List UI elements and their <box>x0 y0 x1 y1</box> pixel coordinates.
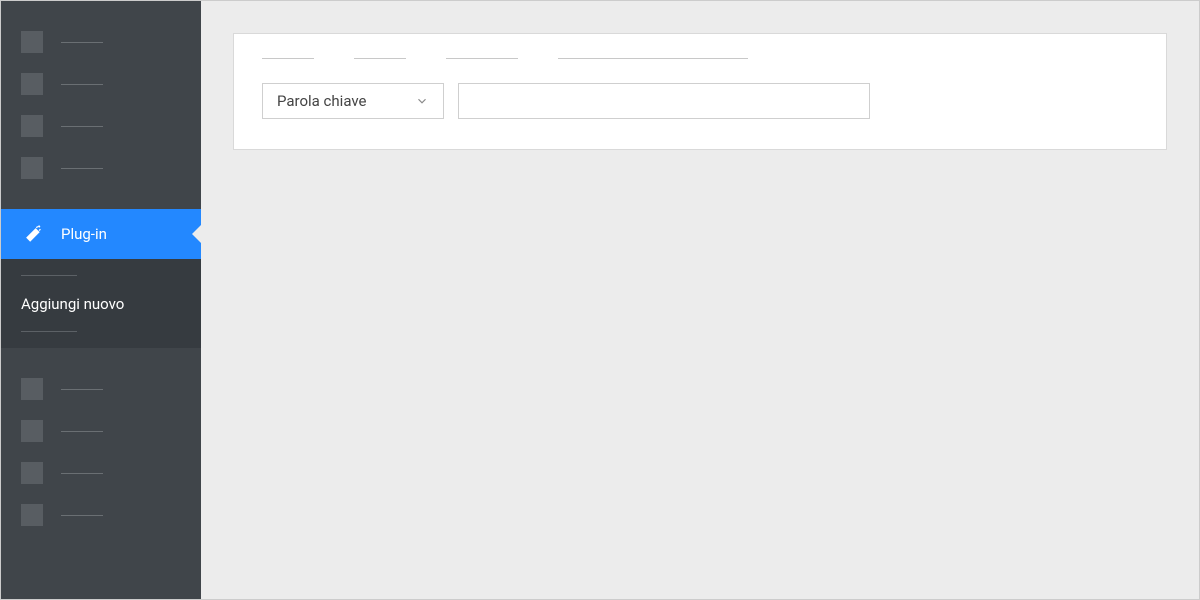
placeholder-label <box>61 431 103 432</box>
placeholder-label <box>61 389 103 390</box>
placeholder-icon <box>21 504 43 526</box>
sidebar-item-placeholder[interactable] <box>1 368 201 410</box>
sidebar-item-plugin-label: Plug-in <box>61 225 107 243</box>
tab-placeholder[interactable] <box>446 58 518 59</box>
placeholder-label <box>61 515 103 516</box>
search-type-select-label: Parola chiave <box>277 92 367 110</box>
placeholder-icon <box>21 420 43 442</box>
sidebar-group-top <box>1 1 201 197</box>
placeholder-label <box>61 473 103 474</box>
placeholder-label <box>61 168 103 169</box>
sidebar-subitem-placeholder[interactable] <box>1 267 201 284</box>
search-panel: Parola chiave <box>233 33 1167 150</box>
sidebar-group-bottom <box>1 348 201 544</box>
placeholder-icon <box>21 157 43 179</box>
placeholder-icon <box>21 31 43 53</box>
tab-placeholder[interactable] <box>354 58 406 59</box>
search-input[interactable] <box>458 83 870 119</box>
tab-placeholder[interactable] <box>558 58 748 59</box>
sidebar-submenu: Aggiungi nuovo <box>1 259 201 348</box>
placeholder-label <box>21 275 77 276</box>
plugin-icon <box>21 223 43 245</box>
sidebar-item-plugin[interactable]: Plug-in <box>1 209 201 259</box>
sidebar-item-placeholder[interactable] <box>1 452 201 494</box>
placeholder-label <box>61 42 103 43</box>
search-type-select[interactable]: Parola chiave <box>262 83 444 119</box>
placeholder-label <box>61 126 103 127</box>
sidebar-item-placeholder[interactable] <box>1 63 201 105</box>
sidebar-item-placeholder[interactable] <box>1 105 201 147</box>
placeholder-label <box>61 84 103 85</box>
sidebar-item-placeholder[interactable] <box>1 494 201 536</box>
sidebar-item-placeholder[interactable] <box>1 147 201 189</box>
placeholder-icon <box>21 73 43 95</box>
placeholder-icon <box>21 115 43 137</box>
sidebar: Plug-in Aggiungi nuovo <box>1 1 201 599</box>
sidebar-item-placeholder[interactable] <box>1 410 201 452</box>
search-row: Parola chiave <box>262 83 1138 119</box>
main-content: Parola chiave <box>201 1 1199 599</box>
sidebar-subitem-add-new[interactable]: Aggiungi nuovo <box>1 284 201 323</box>
sidebar-subitem-placeholder[interactable] <box>1 323 201 340</box>
tab-placeholder[interactable] <box>262 58 314 59</box>
sidebar-item-placeholder[interactable] <box>1 21 201 63</box>
placeholder-label <box>21 331 77 332</box>
chevron-down-icon <box>415 94 429 108</box>
sidebar-subitem-add-new-label: Aggiungi nuovo <box>21 295 124 313</box>
filter-tabs <box>262 58 1138 59</box>
placeholder-icon <box>21 378 43 400</box>
placeholder-icon <box>21 462 43 484</box>
